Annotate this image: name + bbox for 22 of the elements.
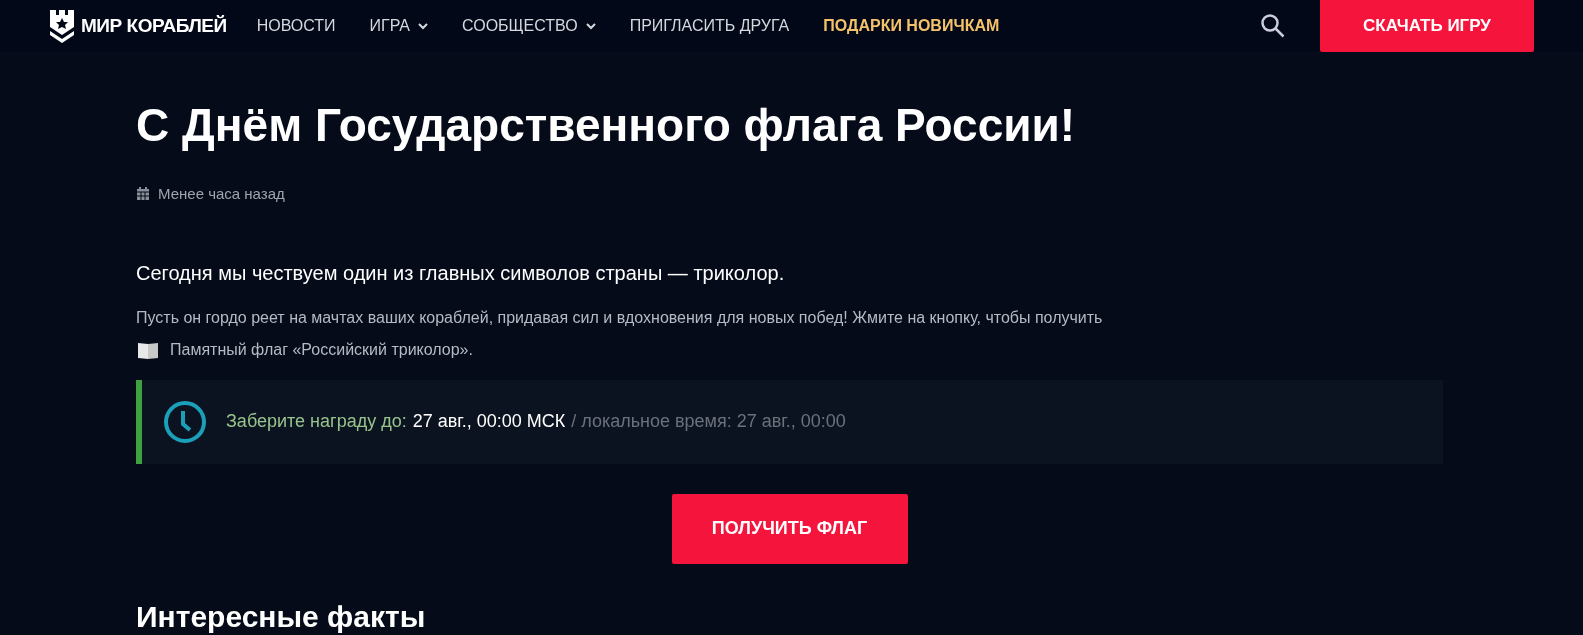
chevron-down-icon bbox=[418, 22, 428, 30]
nav-link[interactable]: ИГРА bbox=[369, 14, 428, 38]
deadline-time: 27 авг., 00:00 МСК bbox=[412, 410, 566, 433]
nav-link[interactable]: НОВОСТИ bbox=[256, 14, 336, 38]
download-button[interactable]: СКАЧАТЬ ИГРУ bbox=[1320, 0, 1534, 52]
clock-icon bbox=[162, 398, 208, 445]
logo-text[interactable]: МИР КОРАБЛЕЙ bbox=[81, 11, 227, 41]
lead-text: Сегодня мы чествуем один из главных символов страны — триколор. bbox=[136, 260, 786, 286]
claim-button[interactable]: ПОЛУЧИТЬ ФЛАГ bbox=[671, 493, 908, 564]
local-time: / локальное время: 27 авг., 00:00 bbox=[571, 410, 846, 433]
paragraph-text: Пусть он гордо реет на мачтах ваших кораблей, придавая сил и вдохновения для новых побед! Жмите на кнопку, чтобы получить bbox=[136, 307, 1104, 328]
chevron-down-icon bbox=[585, 22, 596, 30]
publish-date: Менее часа назад bbox=[158, 184, 285, 204]
calendar-icon bbox=[136, 187, 150, 202]
search-icon[interactable] bbox=[1260, 13, 1286, 39]
shield-logo-icon[interactable] bbox=[49, 9, 75, 43]
nav-link[interactable]: ПРИГЛАСИТЬ ДРУГА bbox=[629, 14, 790, 38]
nav-link[interactable]: ПОДАРКИ НОВИЧКАМ bbox=[823, 14, 1000, 38]
reward-item-text: Памятный флаг «Российский триколор». bbox=[170, 339, 473, 360]
nav-link[interactable]: СООБЩЕСТВО bbox=[462, 14, 596, 38]
deadline-label: Заберите награду до: bbox=[226, 410, 407, 433]
section-heading: Интересные факты bbox=[136, 598, 427, 635]
